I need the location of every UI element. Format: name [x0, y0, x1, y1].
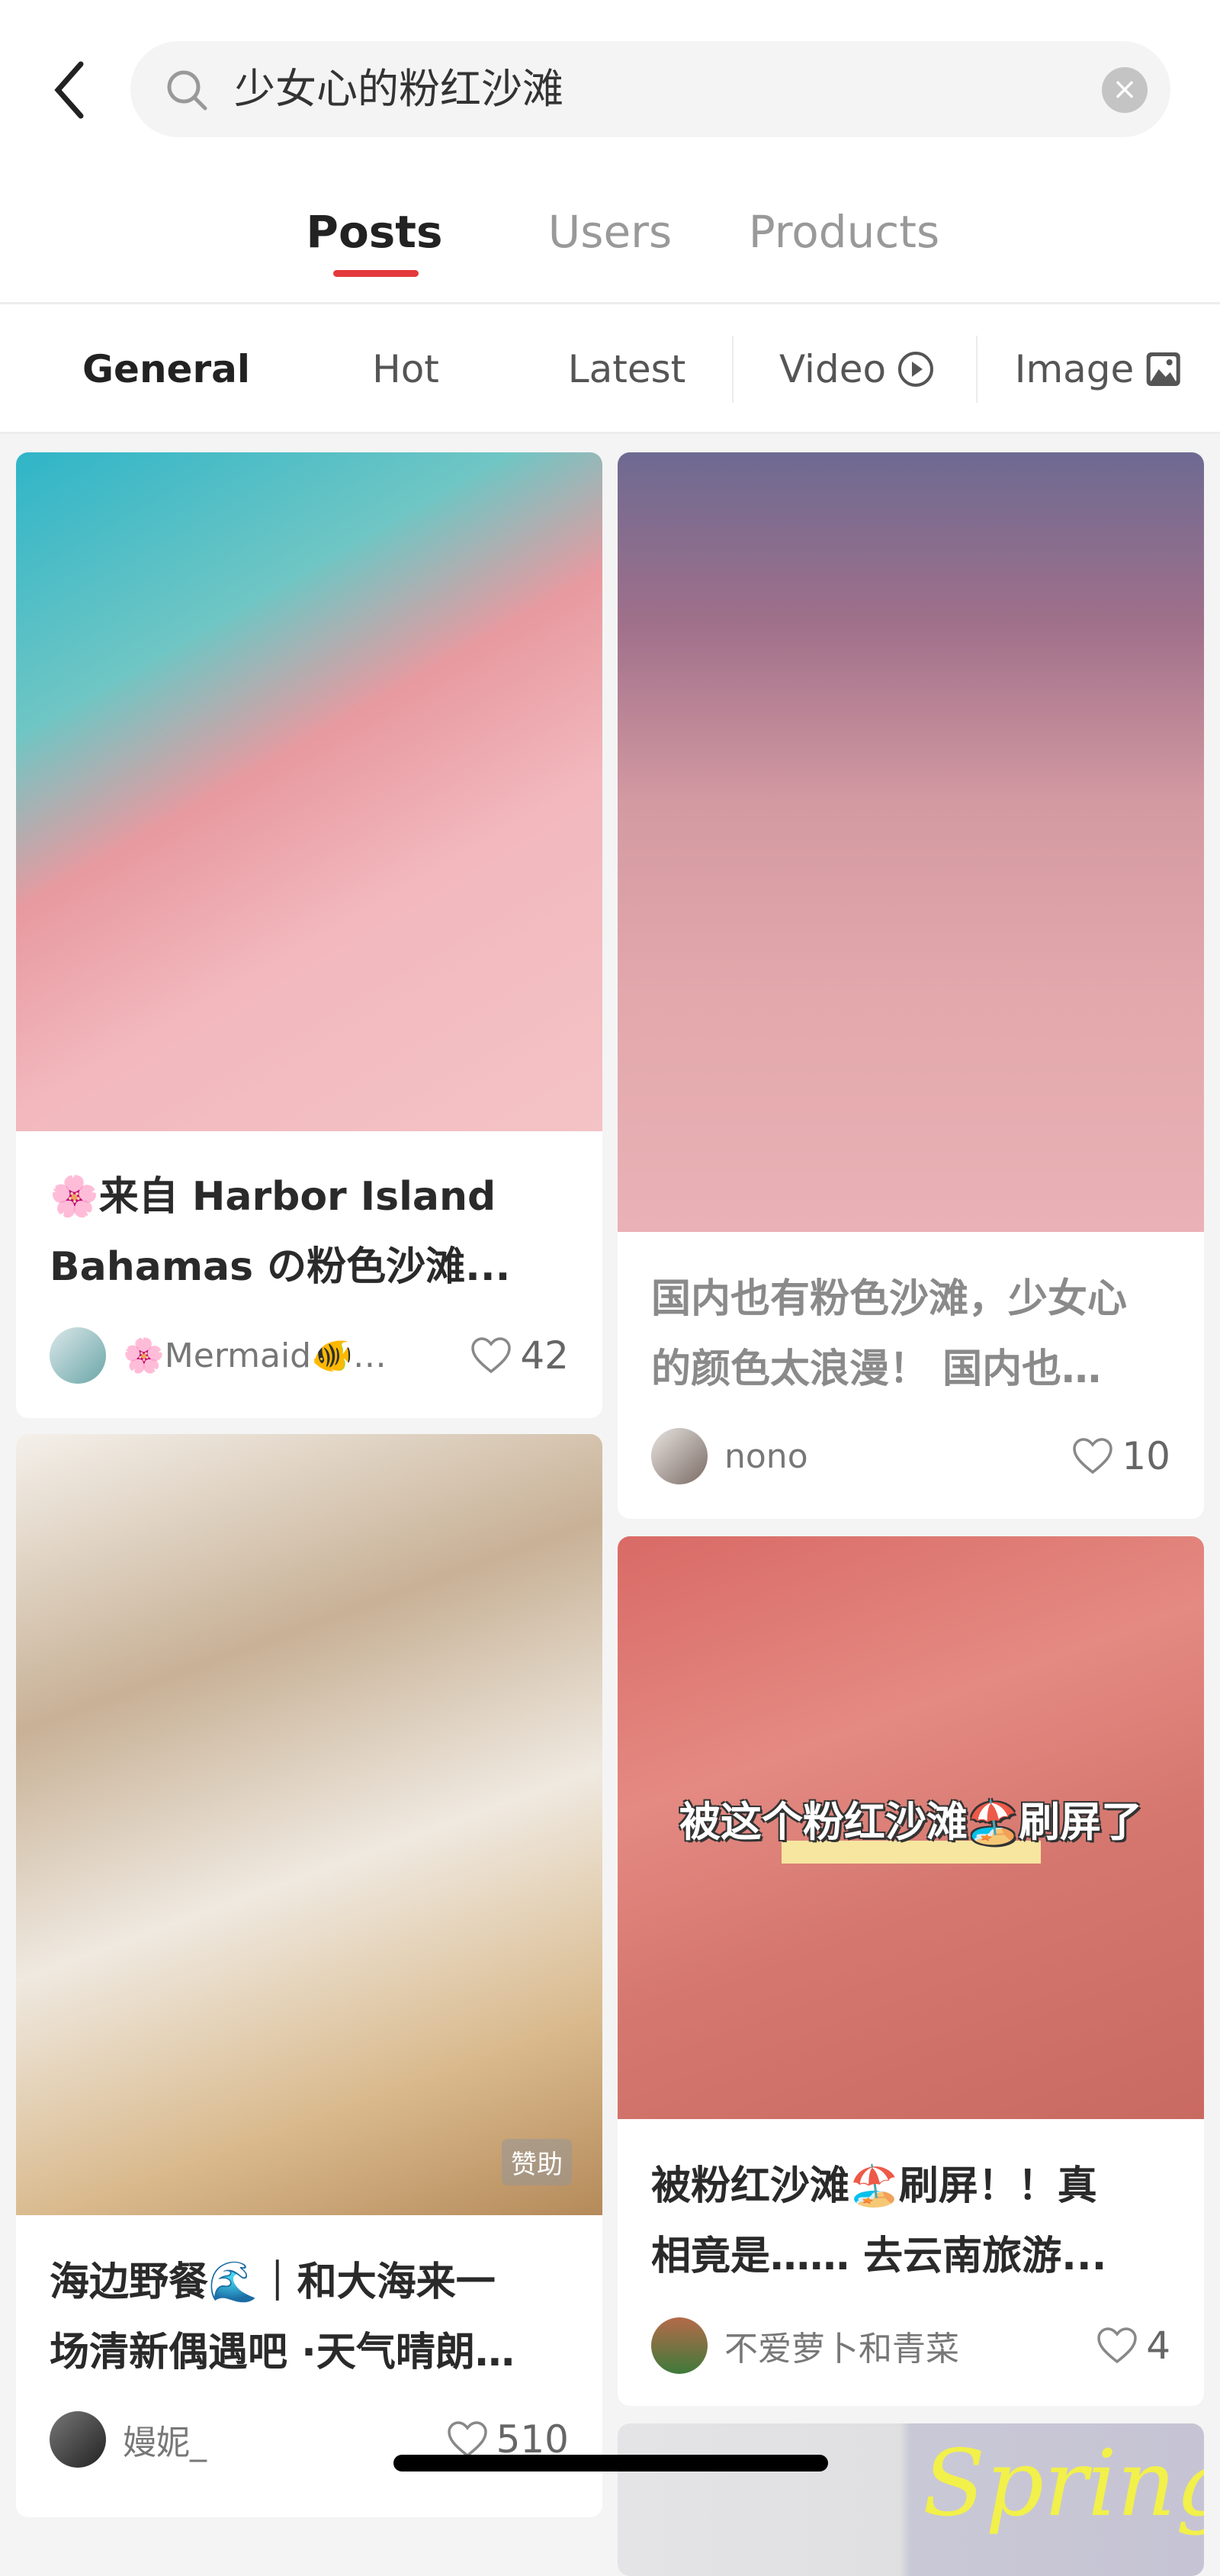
search-bar[interactable]: 少女心的粉红沙滩 × [130, 41, 1170, 137]
post-image [16, 1434, 602, 2215]
header: 少女心的粉红沙滩 × Posts Users Products General … [0, 0, 1220, 434]
like-button[interactable]: 10 [1071, 1434, 1170, 1478]
active-tab-indicator [333, 270, 419, 277]
filter-label: Latest [567, 347, 686, 391]
post-card[interactable]: 国内也有粉色沙滩，少女心 的颜色太浪漫！ 国内也… nono 10 [618, 452, 1204, 1519]
post-footer: nono 10 [651, 1426, 1170, 1487]
image-caption-overlay: 被这个粉红沙滩🏖️刷屏了 [618, 1788, 1204, 1864]
divider [0, 302, 1220, 304]
tab-posts[interactable]: Posts [306, 204, 442, 259]
search-icon [167, 70, 207, 111]
heart-icon [1073, 1438, 1113, 1475]
filter-image[interactable]: Image [1015, 345, 1182, 394]
image-text: Spring [923, 2431, 1204, 2537]
divider [732, 336, 734, 403]
sponsored-badge: 赞助 [502, 2139, 572, 2185]
search-input[interactable]: 少女心的粉红沙滩 [234, 64, 563, 114]
home-indicator[interactable] [393, 2455, 828, 2471]
filter-latest[interactable]: Latest [568, 345, 686, 394]
post-image [618, 452, 1204, 1232]
image-icon [1146, 352, 1180, 386]
post-title: 被粉红沙滩🏖️刷屏！！真 相竟是…… 去云南旅游... [651, 2163, 1107, 2279]
like-button[interactable]: 42 [470, 1333, 569, 1378]
tab-products[interactable]: Products [749, 204, 939, 259]
filter-label: General [82, 347, 250, 391]
post-footer: 🌸Mermaid🐠… 42 [50, 1325, 569, 1386]
avatar[interactable] [651, 1428, 708, 1484]
post-title: 海边野餐🌊｜和大海来一 场清新偶遇吧 ·天气晴朗… [50, 2259, 515, 2375]
post-title: 🌸来自 Harbor Island Bahamas の粉色沙滩... [50, 1174, 511, 1290]
post-image [16, 452, 602, 1131]
divider [0, 432, 1220, 434]
filter-general[interactable]: General [82, 345, 250, 394]
heart-icon [447, 2421, 487, 2458]
author-name[interactable]: 不爱萝卜和青菜 [724, 2321, 1096, 2370]
divider [976, 336, 978, 403]
tab-users[interactable]: Users [548, 204, 672, 259]
author-name[interactable]: nono [724, 1437, 1071, 1476]
like-button[interactable]: 4 [1096, 2324, 1170, 2368]
filter-video[interactable]: Video [779, 345, 935, 394]
filter-label: Image [1014, 347, 1135, 391]
post-card[interactable]: 被这个粉红沙滩🏖️刷屏了 被粉红沙滩🏖️刷屏！！真 相竟是…… 去云南旅游... … [618, 1536, 1204, 2406]
heart-icon [471, 1337, 512, 1374]
post-footer: 不爱萝卜和青菜 4 [651, 2315, 1170, 2376]
play-circle-icon [898, 352, 934, 387]
filter-hot[interactable]: Hot [372, 345, 439, 394]
author-name[interactable]: 🌸Mermaid🐠… [123, 1336, 470, 1375]
post-card[interactable]: 赞助 海边野餐🌊｜和大海来一 场清新偶遇吧 ·天气晴朗… 嫚妮_ 510 [16, 1434, 602, 2517]
post-card[interactable]: 🌸来自 Harbor Island Bahamas の粉色沙滩... 🌸Merma… [16, 452, 602, 1418]
avatar[interactable] [50, 1327, 106, 1384]
post-title: 国内也有粉色沙滩，少女心 的颜色太浪漫！ 国内也… [651, 1276, 1128, 1392]
avatar[interactable] [651, 2317, 708, 2374]
like-count: 42 [520, 1333, 569, 1378]
back-chevron-icon[interactable] [47, 59, 93, 121]
filter-label: Video [779, 347, 887, 391]
filter-label: Hot [372, 347, 439, 391]
post-card[interactable]: Spring [618, 2423, 1204, 2576]
heart-icon [1097, 2327, 1137, 2364]
like-count: 4 [1146, 2324, 1170, 2368]
like-count: 10 [1122, 1434, 1170, 1478]
clear-icon[interactable]: × [1102, 67, 1148, 113]
avatar[interactable] [50, 2411, 106, 2468]
